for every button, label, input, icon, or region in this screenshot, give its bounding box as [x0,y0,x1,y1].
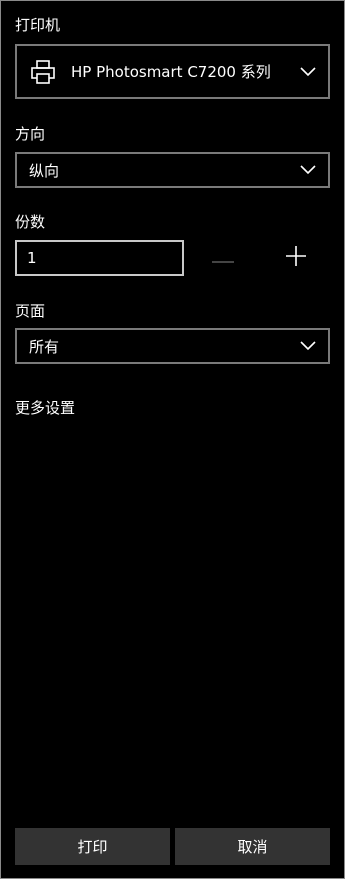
orientation-label: 方向 [15,125,46,143]
printer-icon [29,58,57,86]
printer-selected-value: HP Photosmart C7200 系列 [71,63,271,81]
orientation-select[interactable]: 纵向 [15,152,330,188]
more-settings-link[interactable]: 更多设置 [15,397,75,418]
printer-select[interactable]: HP Photosmart C7200 系列 [15,44,330,99]
pages-select[interactable]: 所有 [15,328,330,364]
copies-input[interactable] [15,240,184,276]
cancel-button[interactable]: 取消 [175,828,330,865]
increment-button[interactable] [278,241,314,275]
chevron-down-icon [300,341,316,351]
copies-label: 份数 [15,213,46,231]
pages-label: 页面 [15,302,46,320]
print-dialog-panel: 打印机 HP Photosmart C7200 系列 方向 纵向 份数 1 页面… [0,0,345,879]
printer-label: 打印机 [15,16,61,34]
decrement-button[interactable] [205,241,241,275]
plus-icon [286,246,306,270]
chevron-down-icon [300,165,316,175]
minus-icon [212,249,234,268]
print-button[interactable]: 打印 [15,828,170,865]
chevron-down-icon [300,66,316,77]
pages-selected-value: 所有 [29,337,60,356]
orientation-selected-value: 纵向 [29,161,60,180]
